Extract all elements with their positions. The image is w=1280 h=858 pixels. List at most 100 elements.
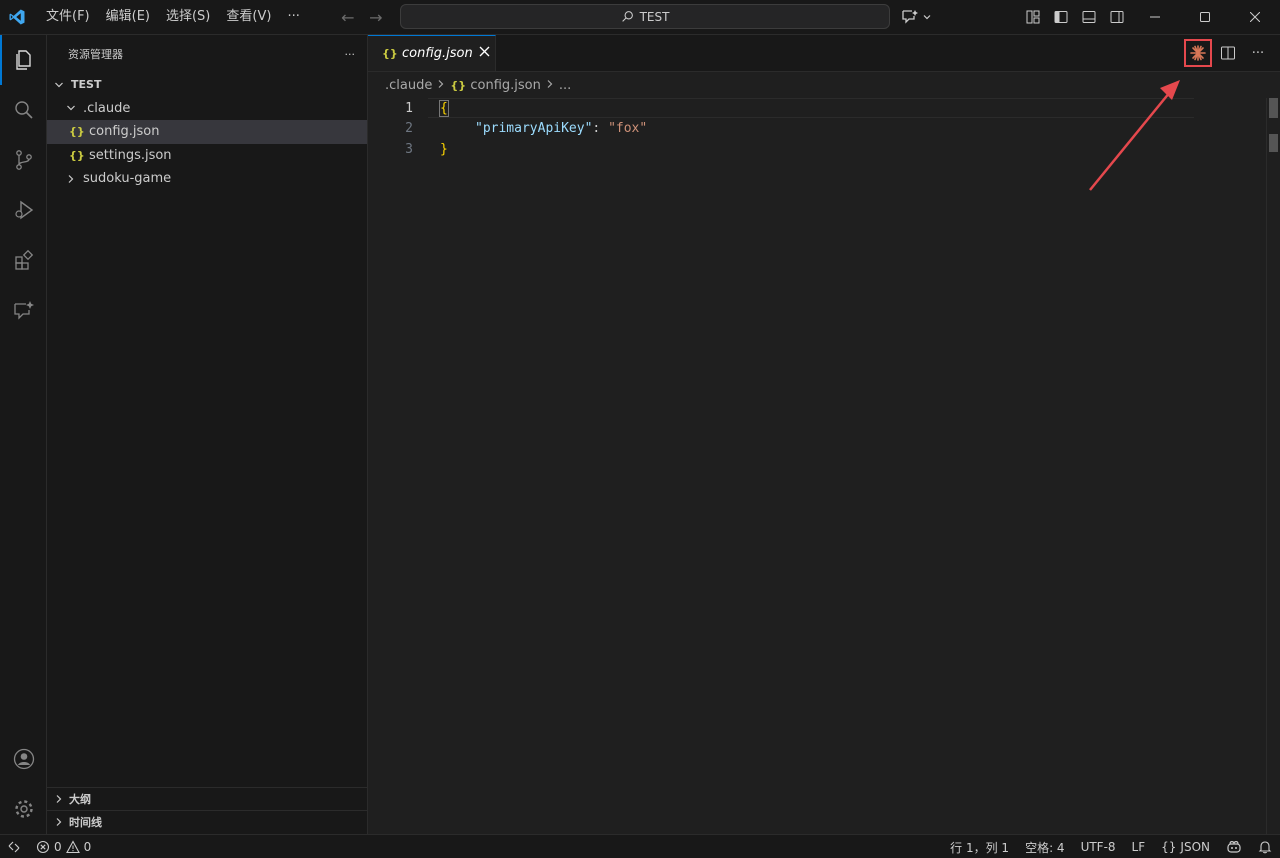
json-file-icon: {} bbox=[450, 78, 467, 92]
extensions-icon[interactable] bbox=[0, 235, 47, 285]
explorer-sidebar: 资源管理器 ··· TEST .claude {} config.json {}… bbox=[47, 35, 368, 834]
language-label: JSON bbox=[1180, 840, 1210, 854]
workspace-root-label: TEST bbox=[71, 78, 102, 92]
cursor-position[interactable]: 行 1，列 1 bbox=[942, 835, 1017, 858]
back-arrow-icon[interactable]: ← bbox=[338, 7, 358, 27]
outline-section[interactable]: 大纲 bbox=[47, 787, 367, 810]
status-bar: 0 0 行 1，列 1 空格: 4 UTF-8 LF {} JSON bbox=[0, 834, 1280, 858]
code-line: 1 { bbox=[368, 98, 1280, 119]
chevron-down-icon bbox=[63, 103, 79, 113]
forward-arrow-icon[interactable]: → bbox=[366, 7, 386, 27]
workspace-root[interactable]: TEST bbox=[47, 73, 367, 97]
file-config-json[interactable]: {} config.json bbox=[47, 120, 367, 144]
title-bar: 文件(F) 编辑(E) 选择(S) 查看(V) ··· ← → TEST bbox=[0, 0, 1280, 35]
json-file-icon: {} bbox=[382, 47, 398, 60]
menu-edit[interactable]: 编辑(E) bbox=[98, 4, 158, 30]
chevron-down-icon bbox=[51, 80, 67, 90]
activity-bar-bottom bbox=[0, 734, 47, 834]
toggle-secondary-sidebar-icon[interactable] bbox=[1106, 6, 1128, 28]
tab-label: config.json bbox=[402, 46, 473, 61]
timeline-label: 时间线 bbox=[69, 816, 102, 829]
nav-arrows: ← → bbox=[338, 7, 386, 27]
settings-gear-icon[interactable] bbox=[0, 784, 47, 834]
copilot-icon[interactable] bbox=[1218, 835, 1250, 858]
chevron-right-icon bbox=[51, 794, 67, 804]
source-control-icon[interactable] bbox=[0, 135, 47, 185]
json-key: "primaryApiKey" bbox=[475, 121, 593, 137]
end-of-line[interactable]: LF bbox=[1124, 835, 1154, 858]
chevron-down-icon bbox=[923, 15, 931, 20]
split-editor-icon[interactable] bbox=[1216, 41, 1240, 65]
run-debug-icon[interactable] bbox=[0, 185, 47, 235]
chevron-right-icon bbox=[51, 817, 67, 827]
breadcrumb-symbol[interactable]: ... bbox=[559, 78, 571, 93]
chevron-right-icon bbox=[436, 78, 446, 93]
problems-indicator[interactable]: 0 0 bbox=[28, 835, 99, 858]
file-settings-json[interactable]: {} settings.json bbox=[47, 144, 367, 168]
code-editor[interactable]: 1 { 2 "primaryApiKey": "fox" 3 } bbox=[368, 98, 1280, 160]
folder-claude[interactable]: .claude bbox=[47, 97, 367, 121]
customize-layout-icon[interactable] bbox=[1022, 6, 1044, 28]
toggle-primary-sidebar-icon[interactable] bbox=[1050, 6, 1072, 28]
minimize-icon[interactable] bbox=[1130, 0, 1180, 34]
menu-selection[interactable]: 选择(S) bbox=[158, 4, 218, 30]
breadcrumb: .claude {} config.json ... bbox=[368, 72, 1280, 98]
code-line: 3 } bbox=[368, 139, 1280, 160]
chevron-right-icon bbox=[545, 78, 555, 93]
status-right: 行 1，列 1 空格: 4 UTF-8 LF {} JSON bbox=[942, 835, 1280, 858]
chat-sparkle-icon bbox=[902, 10, 918, 24]
more-actions-icon[interactable]: ··· bbox=[345, 48, 356, 61]
scrollbar-slider[interactable] bbox=[1269, 98, 1278, 118]
menu-view[interactable]: 查看(V) bbox=[218, 4, 279, 30]
menu-file[interactable]: 文件(F) bbox=[38, 4, 98, 30]
indentation[interactable]: 空格: 4 bbox=[1017, 835, 1073, 858]
line-number: 1 bbox=[405, 100, 413, 116]
tab-config-json[interactable]: {} config.json bbox=[368, 35, 496, 71]
timeline-section[interactable]: 时间线 bbox=[47, 810, 367, 833]
json-separator: : bbox=[592, 121, 609, 137]
search-activity-icon[interactable] bbox=[0, 85, 47, 135]
breadcrumb-folder[interactable]: .claude bbox=[385, 78, 432, 93]
search-icon bbox=[621, 11, 633, 22]
code-line: 2 "primaryApiKey": "fox" bbox=[368, 119, 1280, 140]
search-label: TEST bbox=[639, 9, 670, 24]
claude-code-icon[interactable] bbox=[1184, 39, 1212, 67]
error-icon bbox=[36, 840, 50, 853]
menu-more[interactable]: ··· bbox=[279, 4, 307, 30]
line-number: 3 bbox=[405, 141, 413, 157]
json-language-icon: {} bbox=[1161, 840, 1177, 854]
notifications-bell-icon[interactable] bbox=[1250, 835, 1280, 858]
breadcrumb-file[interactable]: config.json bbox=[470, 78, 541, 93]
encoding[interactable]: UTF-8 bbox=[1073, 835, 1124, 858]
editor-scrollbar[interactable] bbox=[1266, 98, 1280, 834]
warning-count: 0 bbox=[83, 839, 92, 854]
remote-indicator-icon[interactable] bbox=[0, 835, 28, 858]
command-center-search[interactable]: TEST bbox=[400, 4, 890, 29]
current-line-highlight bbox=[428, 98, 1194, 118]
account-icon[interactable] bbox=[0, 734, 47, 784]
language-mode[interactable]: {} JSON bbox=[1153, 835, 1218, 858]
menu-bar: 文件(F) 编辑(E) 选择(S) 查看(V) ··· bbox=[38, 4, 308, 30]
line-number: 2 bbox=[405, 121, 413, 137]
explorer-icon[interactable] bbox=[0, 35, 47, 85]
close-tab-icon[interactable] bbox=[479, 46, 490, 61]
editor-tabs: {} config.json ··· bbox=[368, 35, 1280, 72]
close-brace: } bbox=[440, 141, 448, 157]
warning-icon bbox=[65, 839, 80, 853]
overview-marker bbox=[1269, 134, 1278, 152]
folder-sudoku-game[interactable]: sudoku-game bbox=[47, 167, 367, 191]
toggle-panel-icon[interactable] bbox=[1078, 6, 1100, 28]
close-window-icon[interactable] bbox=[1230, 0, 1280, 34]
file-label: config.json bbox=[89, 124, 160, 140]
json-value: "fox" bbox=[608, 121, 648, 137]
chat-menu-button[interactable] bbox=[900, 5, 932, 29]
editor-actions: ··· bbox=[1184, 39, 1270, 67]
code-content: "primaryApiKey": "fox" bbox=[475, 121, 647, 136]
file-label: settings.json bbox=[89, 147, 172, 163]
maximize-icon[interactable] bbox=[1180, 0, 1230, 34]
chat-icon[interactable] bbox=[0, 285, 47, 335]
json-file-icon: {} bbox=[69, 125, 85, 139]
more-editor-actions-icon[interactable]: ··· bbox=[1246, 41, 1270, 65]
window-controls bbox=[1130, 0, 1280, 34]
folder-label: .claude bbox=[83, 100, 131, 116]
